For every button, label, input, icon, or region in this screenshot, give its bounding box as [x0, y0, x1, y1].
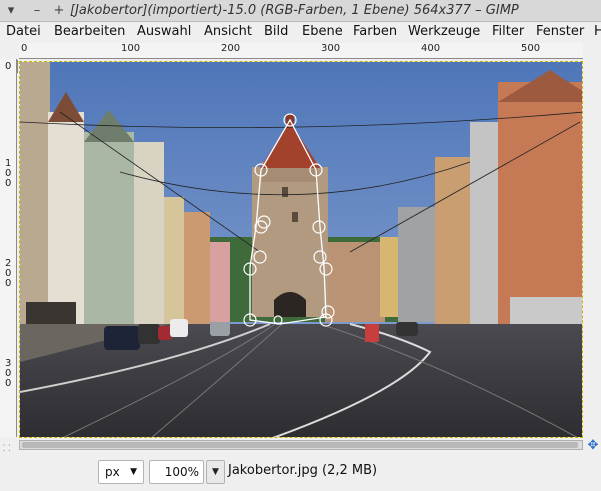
gimp-image-window: ▾ – + [Jakobertor](importiert)-15.0 (RGB…: [0, 0, 601, 491]
window-menu-icon[interactable]: ▾: [4, 3, 18, 19]
ruler-label: 300: [321, 43, 341, 54]
menu-ebene[interactable]: Ebene: [302, 24, 343, 39]
ruler-label: 300: [5, 358, 12, 389]
zoom-dropdown-button[interactable]: ▼: [206, 460, 225, 484]
maximize-icon[interactable]: +: [52, 3, 66, 19]
zoom-input[interactable]: 100%: [149, 460, 204, 484]
vertical-ruler[interactable]: 0 100 200 300: [0, 59, 17, 437]
menu-bearbeiten[interactable]: Bearbeiten: [54, 24, 125, 39]
window-title: [Jakobertor](importiert)-15.0 (RGB-Farbe…: [70, 3, 519, 18]
menu-bar: Datei Bearbeiten Auswahl Ansicht Bild Eb…: [0, 22, 601, 43]
ruler-label: 200: [221, 43, 241, 54]
menu-fenster[interactable]: Fenster: [536, 24, 584, 39]
zoom-unit: %: [187, 465, 199, 479]
menu-ansicht[interactable]: Ansicht: [204, 24, 252, 39]
scrollbar-thumb[interactable]: [22, 442, 578, 448]
menu-datei[interactable]: Datei: [6, 24, 41, 39]
horizontal-scrollbar[interactable]: [19, 440, 583, 450]
ruler-label: 0: [5, 61, 12, 72]
status-bar: px ▼ 100% ▼ Jakobertor.jpg (2,2 MB): [0, 455, 601, 491]
zoom-value: 100: [164, 465, 188, 479]
minimize-icon[interactable]: –: [30, 3, 44, 19]
navigate-icon[interactable]: ✥: [586, 439, 600, 453]
title-bar: ▾ – + [Jakobertor](importiert)-15.0 (RGB…: [0, 0, 601, 22]
menu-werkzeuge[interactable]: Werkzeuge: [408, 24, 480, 39]
menu-auswahl[interactable]: Auswahl: [137, 24, 191, 39]
menu-hilfe[interactable]: H: [594, 24, 601, 39]
horizontal-ruler[interactable]: 0 100 200 300 400 500: [19, 43, 583, 59]
ruler-label: 100: [121, 43, 141, 54]
file-info: Jakobertor.jpg (2,2 MB): [228, 463, 378, 478]
menu-farben[interactable]: Farben: [353, 24, 397, 39]
ruler-label: 0: [21, 43, 28, 54]
unit-value: px: [105, 465, 120, 479]
unit-select[interactable]: px ▼: [98, 460, 144, 484]
ruler-label: 100: [5, 158, 12, 189]
chevron-down-icon: ▼: [130, 467, 137, 477]
ruler-label: 200: [5, 258, 12, 289]
menu-bild[interactable]: Bild: [264, 24, 288, 39]
photo-canvas: [20, 62, 582, 437]
chevron-down-icon: ▼: [212, 467, 219, 477]
image-canvas[interactable]: [19, 61, 583, 438]
quick-mask-icon[interactable]: ⸬: [3, 441, 15, 454]
menu-filter[interactable]: Filter: [492, 24, 524, 39]
ruler-label: 400: [421, 43, 441, 54]
ruler-label: 500: [521, 43, 541, 54]
